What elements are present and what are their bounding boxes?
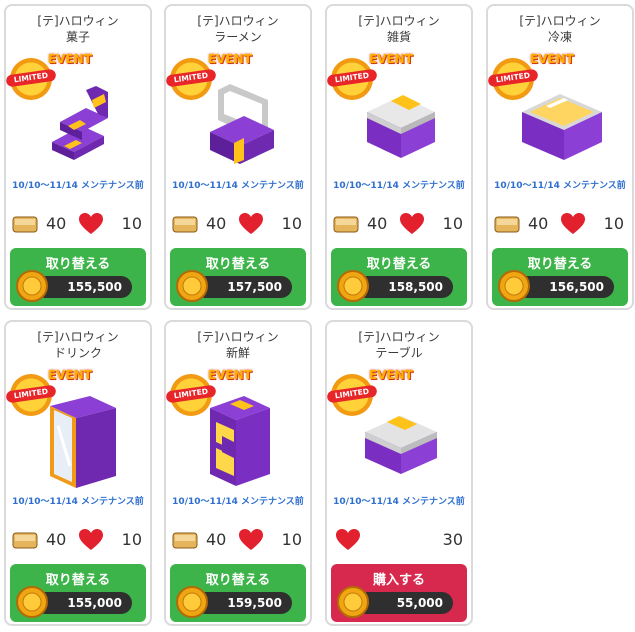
price-pill: 155,000 (34, 592, 132, 614)
stat-row: 40 10 (166, 212, 310, 238)
exchange-button[interactable]: 取り替える 157,500 (170, 248, 306, 306)
exchange-button[interactable]: 取り替える 156,500 (492, 248, 628, 306)
stat-row: 40 10 (6, 212, 150, 238)
item-crate-icon (367, 95, 435, 158)
heart-value: 10 (442, 214, 463, 233)
coin-icon (337, 586, 369, 618)
event-badge: EVENT (208, 368, 252, 382)
card-title-name: 菓子 (65, 30, 90, 44)
stat-row: 30 (327, 528, 471, 554)
card-title-prefix: [テ]ハロウィン (358, 14, 440, 28)
shop-card-drink[interactable]: [テ]ハロウィン ドリンク LIMITED EVENT 10/10〜11/14 … (4, 320, 152, 626)
card-title-prefix: [テ]ハロウィン (37, 14, 119, 28)
sale-period-label: 10/10〜11/14 メンテナンス前 (172, 181, 304, 191)
heart-icon (239, 213, 263, 234)
shop-card-frozen[interactable]: [テ]ハロウィン 冷凍 LIMITED EVENT 10/10〜11/14 メン… (486, 4, 634, 310)
coin-icon (498, 270, 530, 302)
box-value: 40 (367, 214, 388, 233)
item-fridge-icon (50, 396, 116, 488)
stat-row: 40 10 (6, 528, 150, 554)
card-title-name: 冷凍 (547, 30, 572, 44)
exchange-button[interactable]: 取り替える 155,000 (10, 564, 146, 622)
shop-card-table[interactable]: [テ]ハロウィン テーブル LIMITED EVENT 10/10〜11/14 … (325, 320, 473, 626)
shop-card-fresh[interactable]: [テ]ハロウィン 新鮮 LIMITED EVENT 10/10〜11/14 メン… (164, 320, 312, 626)
card-title-prefix: [テ]ハロウィン (197, 14, 279, 28)
heart-value: 10 (281, 214, 302, 233)
item-table-icon (365, 416, 437, 474)
box-value: 40 (46, 214, 67, 233)
item-showcase-icon (210, 396, 270, 486)
heart-value: 10 (281, 530, 302, 549)
box-icon (494, 216, 520, 233)
price-pill: 158,500 (355, 276, 453, 298)
item-freezer-icon (522, 94, 602, 160)
heart-icon (79, 529, 103, 550)
heart-icon (400, 213, 424, 234)
heart-value: 10 (603, 214, 624, 233)
price-pill: 157,500 (194, 276, 292, 298)
stat-row: 40 10 (488, 212, 632, 238)
price-pill: 155,500 (34, 276, 132, 298)
card-title-name: 雑貨 (386, 30, 411, 44)
heart-icon (561, 213, 585, 234)
sale-period-label: 10/10〜11/14 メンテナンス前 (12, 497, 144, 507)
box-value: 40 (206, 214, 227, 233)
coin-icon (176, 270, 208, 302)
heart-icon (79, 213, 103, 234)
box-icon (333, 216, 359, 233)
event-badge: EVENT (48, 368, 92, 382)
card-title-name: テーブル (375, 346, 423, 360)
card-title-name: ドリンク (53, 346, 102, 360)
exchange-button[interactable]: 取り替える 158,500 (331, 248, 467, 306)
card-title-prefix: [テ]ハロウィン (37, 330, 119, 344)
stat-row: 40 10 (327, 212, 471, 238)
exchange-button[interactable]: 取り替える 159,500 (170, 564, 306, 622)
exchange-button[interactable]: 取り替える 155,500 (10, 248, 146, 306)
heart-value: 30 (442, 530, 463, 549)
card-title-name: ラーメン (214, 30, 262, 44)
coin-icon (16, 270, 48, 302)
box-icon (12, 216, 38, 233)
shop-card-sweets[interactable]: [テ]ハロウィン 菓子 LIMITED EVENT 10/10〜11/14 メン… (4, 4, 152, 310)
event-badge: EVENT (48, 52, 92, 66)
card-title-name: 新鮮 (225, 346, 250, 360)
event-badge: EVENT (530, 52, 574, 66)
coin-icon (16, 586, 48, 618)
sale-period-label: 10/10〜11/14 メンテナンス前 (172, 497, 304, 507)
sale-period-label: 10/10〜11/14 メンテナンス前 (12, 181, 144, 191)
heart-icon (336, 529, 360, 550)
sale-period-label: 10/10〜11/14 メンテナンス前 (333, 497, 465, 507)
card-title-prefix: [テ]ハロウィン (358, 330, 440, 344)
shop-card-ramen[interactable]: [テ]ハロウィン ラーメン LIMITED EVENT 10/10〜11/14 … (164, 4, 312, 310)
box-icon (12, 532, 38, 549)
event-badge: EVENT (208, 52, 252, 66)
event-badge: EVENT (369, 368, 413, 382)
box-icon (172, 216, 198, 233)
box-value: 40 (206, 530, 227, 549)
price-pill: 159,500 (194, 592, 292, 614)
box-value: 40 (528, 214, 549, 233)
item-steps-icon (52, 86, 108, 160)
purchase-button[interactable]: 購入する 55,000 (331, 564, 467, 622)
stat-row: 40 10 (166, 528, 310, 554)
price-pill: 156,500 (516, 276, 614, 298)
heart-value: 10 (121, 530, 142, 549)
item-chair-icon (210, 84, 274, 164)
sale-period-label: 10/10〜11/14 メンテナンス前 (333, 181, 465, 191)
coin-icon (176, 586, 208, 618)
heart-value: 10 (121, 214, 142, 233)
event-badge: EVENT (369, 52, 413, 66)
heart-icon (239, 529, 263, 550)
coin-icon (337, 270, 369, 302)
box-value: 40 (46, 530, 67, 549)
card-title-prefix: [テ]ハロウィン (197, 330, 279, 344)
price-pill: 55,000 (355, 592, 453, 614)
shop-card-goods[interactable]: [テ]ハロウィン 雑貨 LIMITED EVENT 10/10〜11/14 メン… (325, 4, 473, 310)
sale-period-label: 10/10〜11/14 メンテナンス前 (494, 181, 626, 191)
box-icon (172, 532, 198, 549)
card-title-prefix: [テ]ハロウィン (519, 14, 601, 28)
